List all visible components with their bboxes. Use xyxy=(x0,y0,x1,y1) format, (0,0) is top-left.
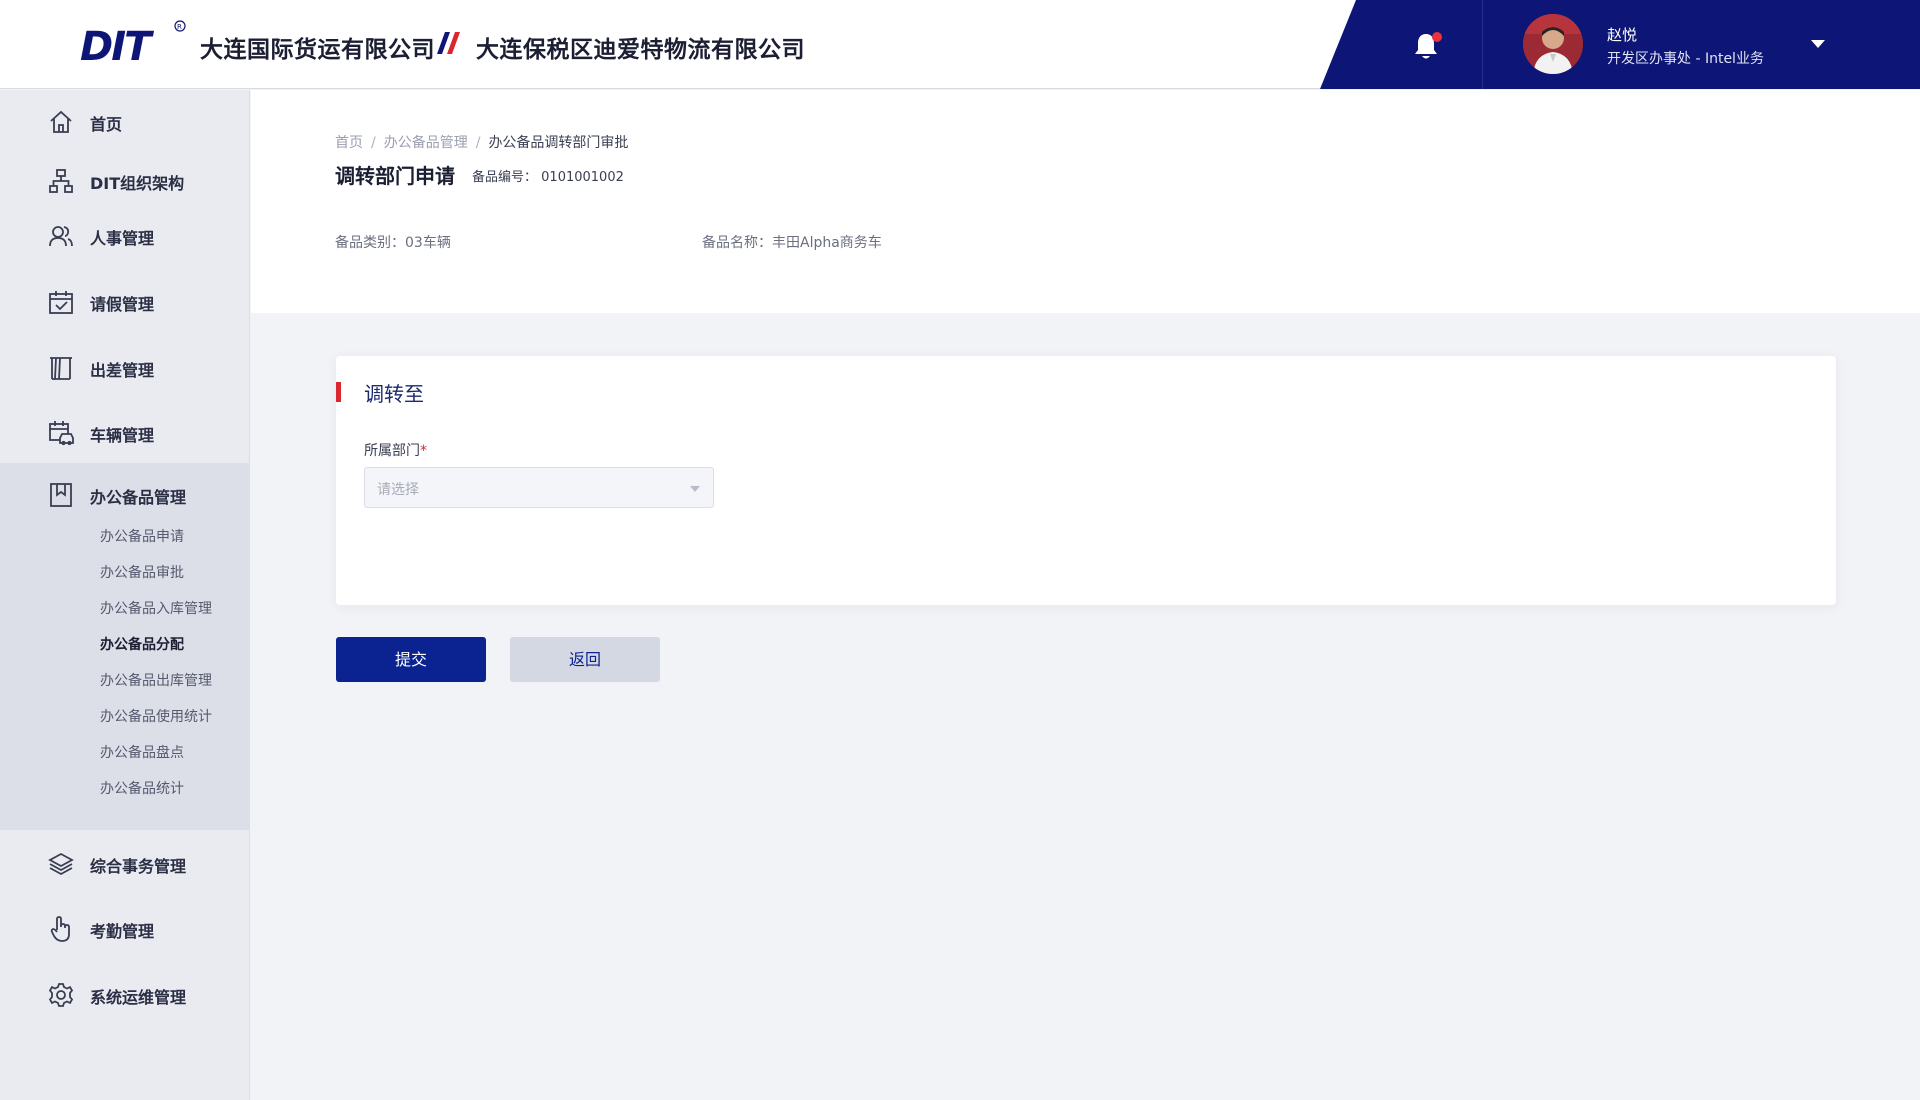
submit-button[interactable]: 提交 xyxy=(336,637,486,682)
org-chart-icon xyxy=(49,169,73,193)
vehicle-calendar-icon xyxy=(49,421,74,446)
layers-icon xyxy=(48,852,74,876)
dept-select[interactable]: 请选择 xyxy=(364,467,714,508)
avatar[interactable] xyxy=(1523,14,1583,74)
sidebar-item-attendance[interactable]: 考勤管理 xyxy=(0,904,250,954)
sidebar-item-travel[interactable]: 出差管理 xyxy=(0,343,250,393)
sub-item-inventory[interactable]: 办公备品盘点 xyxy=(100,742,184,762)
transfer-form-card: 调转至 所属部门* 请选择 xyxy=(336,356,1836,605)
sub-item-stock-out[interactable]: 办公备品出库管理 xyxy=(100,670,212,690)
sidebar-item-vehicle[interactable]: 车辆管理 xyxy=(0,408,250,458)
sidebar-item-label: 考勤管理 xyxy=(90,922,155,941)
item-category: 备品类别：03车辆 xyxy=(335,235,451,251)
sidebar-item-label: 首页 xyxy=(90,115,123,134)
sidebar-item-leave[interactable]: 请假管理 xyxy=(0,277,250,327)
dept-label-text: 所属部门 xyxy=(364,443,420,459)
svg-text:DIT: DIT xyxy=(80,24,154,66)
item-code-value: 0101001002 xyxy=(541,170,624,185)
sub-item-stock-in[interactable]: 办公备品入库管理 xyxy=(100,598,212,618)
header-divider xyxy=(1482,0,1483,89)
breadcrumb-office-supplies[interactable]: 办公备品管理 xyxy=(384,135,468,151)
svg-text:R: R xyxy=(177,23,182,31)
breadcrumb: 首页 / 办公备品管理 / 办公备品调转部门审批 xyxy=(335,132,628,152)
chevron-down-icon[interactable] xyxy=(1810,38,1826,50)
sidebar: 首页 DIT组织架构 人事管理 请假管理 出差管理 车辆管理 办公备品管理 办公… xyxy=(0,90,250,1100)
sidebar-item-home[interactable]: 首页 xyxy=(0,97,250,147)
chevron-down-icon xyxy=(690,486,700,492)
sidebar-item-label: 车辆管理 xyxy=(90,426,155,445)
page-header: 首页 / 办公备品管理 / 办公备品调转部门审批 调转部门申请 备品编号： 010100… xyxy=(251,90,1920,313)
sidebar-item-org[interactable]: DIT组织架构 xyxy=(0,156,250,206)
user-department: 开发区办事处 - Intel业务 xyxy=(1607,51,1764,67)
company-name-secondary: 大连保税区迪爱特物流有限公司 xyxy=(476,37,805,63)
sidebar-item-system-ops[interactable]: 系统运维管理 xyxy=(0,970,250,1020)
breadcrumb-home[interactable]: 首页 xyxy=(335,135,363,151)
users-icon xyxy=(49,226,73,247)
calendar-check-icon xyxy=(49,291,73,314)
bookmark-icon xyxy=(50,483,72,507)
sub-item-statistics[interactable]: 办公备品统计 xyxy=(100,778,184,798)
sidebar-item-label: DIT组织架构 xyxy=(90,174,185,193)
sidebar-item-label: 综合事务管理 xyxy=(90,857,187,876)
hand-pointer-icon xyxy=(50,916,70,942)
sidebar-item-label: 办公备品管理 xyxy=(90,488,187,507)
section-title: 调转至 xyxy=(364,382,424,406)
sidebar-item-office-supplies[interactable]: 办公备品管理 xyxy=(0,470,250,520)
dit-logo: DIT R xyxy=(80,20,186,66)
sub-item-approve[interactable]: 办公备品审批 xyxy=(100,562,184,582)
sub-item-allocation[interactable]: 办公备品分配 xyxy=(100,634,184,654)
breadcrumb-separator: / xyxy=(475,135,481,151)
sub-item-usage-stats[interactable]: 办公备品使用统计 xyxy=(100,706,212,726)
section-accent-bar xyxy=(336,382,341,402)
user-name: 赵悦 xyxy=(1607,26,1638,44)
dept-select-placeholder: 请选择 xyxy=(377,482,419,498)
slash-divider-icon xyxy=(437,32,460,54)
gear-icon xyxy=(48,983,74,1007)
sidebar-item-label: 出差管理 xyxy=(90,361,155,380)
notification-dot xyxy=(1432,32,1442,42)
sub-item-apply[interactable]: 办公备品申请 xyxy=(100,526,184,546)
item-code: 备品编号： 0101001002 xyxy=(472,166,624,185)
sidebar-item-hr[interactable]: 人事管理 xyxy=(0,211,250,261)
dept-field-label: 所属部门* xyxy=(364,440,427,460)
page-title: 调转部门申请 xyxy=(335,164,455,188)
travel-icon xyxy=(50,357,72,380)
breadcrumb-current: 办公备品调转部门审批 xyxy=(488,135,629,151)
company-name-primary: 大连国际货运有限公司 xyxy=(200,37,435,63)
breadcrumb-separator: / xyxy=(371,135,376,151)
home-icon xyxy=(50,110,72,133)
item-code-label: 备品编号： xyxy=(472,170,538,185)
sidebar-item-general-affairs[interactable]: 综合事务管理 xyxy=(0,839,250,889)
back-button[interactable]: 返回 xyxy=(510,637,660,682)
sidebar-item-label: 系统运维管理 xyxy=(90,988,187,1007)
sidebar-item-label: 请假管理 xyxy=(90,295,155,314)
sidebar-item-label: 人事管理 xyxy=(90,229,155,248)
item-name: 备品名称：丰田Alpha商务车 xyxy=(702,235,882,251)
sidebar-group-office-supplies: 办公备品管理 办公备品申请 办公备品审批 办公备品入库管理 办公备品分配 办公备… xyxy=(0,463,250,830)
required-mark: * xyxy=(420,443,427,459)
